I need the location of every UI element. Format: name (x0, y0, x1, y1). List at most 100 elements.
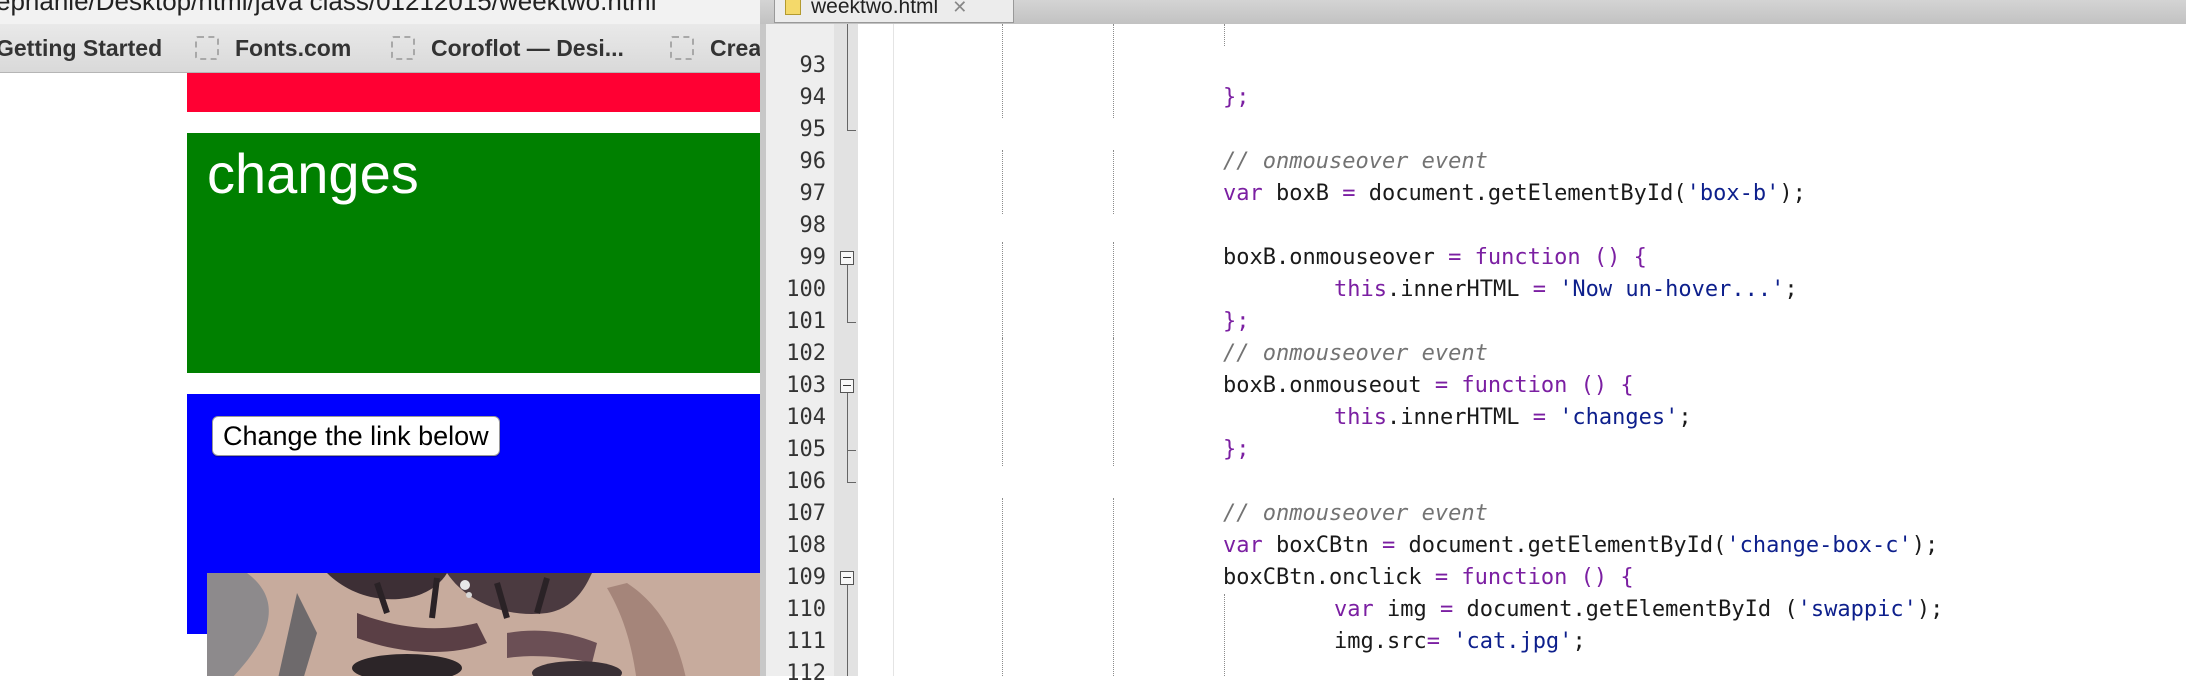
code-line[interactable]: // onmouseover event (1223, 338, 1488, 370)
bookmark-getting-started[interactable]: Getting Started (0, 24, 162, 72)
code-token-string: 'cat.jpg' (1453, 629, 1573, 654)
code-line[interactable]: boxB.onmouseout = function () { (1223, 370, 1634, 402)
code-token-default: boxB.onmouseover (1223, 245, 1449, 270)
bookmark-label: Getting Started (0, 34, 163, 61)
code-token-default: .innerHTML (1386, 405, 1533, 430)
code-line[interactable]: boxB.onmouseover = function () { (1223, 242, 1647, 274)
box-b[interactable]: changes (187, 133, 760, 373)
code-line[interactable]: boxCBtn.onclick = function () { (1223, 562, 1634, 594)
code-editor-window: weektwo.html ✕ 93 94 95 96 97 98 99 100 101 102 10… (760, 0, 2186, 686)
code-token-keyword: }; (1223, 437, 1250, 462)
bookmarks-bar: Getting Started Fonts.com Coroflot — Des… (0, 24, 760, 73)
code-token-keyword: }; (1223, 309, 1250, 334)
line-number: 106 (786, 469, 826, 494)
code-token-string: 'swappic' (1797, 597, 1917, 622)
code-token-keyword: = (1381, 533, 1396, 558)
code-line[interactable]: var img = document.getElementById ('swap… (1334, 594, 1943, 626)
swappic-image (207, 573, 760, 676)
line-number: 98 (799, 213, 827, 238)
code-token-default: ; (1678, 405, 1692, 430)
code-token-keyword: this (1334, 277, 1387, 302)
line-number: 94 (799, 85, 827, 110)
code-line[interactable]: var boxB = document.getElementById('box-… (1223, 178, 1806, 210)
indent-guide (1224, 594, 1225, 676)
fold-line (847, 393, 848, 450)
code-area[interactable]: }; // onmouseover event var boxB = documen… (858, 24, 2186, 676)
code-line[interactable]: this.innerHTML = 'changes'; (1334, 402, 1692, 434)
line-number: 96 (799, 149, 827, 174)
code-token-default: ; (1784, 277, 1798, 302)
change-link-button[interactable]: Change the link below (212, 416, 500, 456)
code-token-keyword: var (1334, 597, 1374, 622)
address-url[interactable]: ephanie/Desktop/html/java class/01212015… (0, 0, 657, 17)
fold-line (847, 265, 848, 322)
code-token-default: img.src (1334, 629, 1427, 654)
line-number: 105 (786, 437, 826, 462)
html-file-icon (785, 0, 801, 15)
code-token-keyword: = (1439, 597, 1454, 622)
code-token-default: ); (1779, 181, 1806, 206)
code-line[interactable]: // onmouseover event (1223, 498, 1488, 530)
address-bar[interactable]: ephanie/Desktop/html/java class/01212015… (0, 0, 760, 24)
page-content: changes Change the link below (0, 73, 760, 676)
code-token-string: 'change-box-c' (1726, 533, 1912, 558)
code-token-keyword: = (1426, 629, 1440, 654)
code-token-comment: // onmouseover event (1223, 501, 1488, 526)
code-token-keyword: = (1532, 405, 1546, 430)
collapse-icon[interactable] (840, 251, 854, 265)
code-token-keyword: function () { (1461, 245, 1647, 270)
indent-guide (1113, 338, 1114, 466)
indent-guide (1002, 338, 1003, 466)
bookmark-crea[interactable]: Crea (670, 24, 760, 72)
code-line[interactable]: }; (1223, 434, 1250, 466)
collapse-icon[interactable] (840, 571, 854, 585)
tattooed-face-photo (207, 573, 760, 676)
code-line[interactable]: this.innerHTML = 'Now un-hover...'; (1334, 274, 1798, 306)
code-token-keyword: var (1223, 533, 1263, 558)
collapse-icon[interactable] (840, 379, 854, 393)
editor-tab-bar: weektwo.html ✕ (760, 0, 2186, 25)
code-token-default (1546, 405, 1559, 430)
indent-guide (1002, 242, 1003, 338)
bookmark-coroflot[interactable]: Coroflot — Desi... (391, 24, 624, 72)
box-a (187, 73, 760, 112)
code-token-default: ); (1911, 533, 1939, 558)
code-token-keyword: function () { (1448, 565, 1634, 590)
code-token-string: 'Now un-hover...' (1559, 277, 1785, 302)
code-token-keyword: = (1434, 373, 1449, 398)
line-number: 101 (786, 309, 826, 334)
code-token-comment: // onmouseover event (1223, 149, 1488, 174)
bookmark-label: Coroflot — Desi... (431, 34, 624, 61)
tab-label: weektwo.html (811, 0, 939, 18)
bookmark-fonts-com[interactable]: Fonts.com (195, 24, 351, 72)
code-token-keyword: = (1434, 565, 1449, 590)
code-token-default: .innerHTML (1386, 277, 1533, 302)
bookmark-label: Fonts.com (235, 34, 352, 61)
code-line[interactable]: img.src= 'cat.jpg'; (1334, 626, 1586, 658)
code-line[interactable]: }; (1223, 306, 1250, 338)
margin-line (893, 24, 894, 676)
fold-end-marker (847, 130, 856, 131)
code-token-keyword: this (1334, 405, 1387, 430)
line-number: 99 (799, 245, 827, 270)
line-number: 107 (786, 501, 826, 526)
code-token-default: boxB.onmouseout (1223, 373, 1435, 398)
code-token-default: document.getElementById( (1395, 533, 1727, 558)
editor-tab[interactable]: weektwo.html ✕ (774, 0, 1014, 23)
code-line[interactable]: // onmouseover event (1223, 146, 1488, 178)
close-icon[interactable]: ✕ (952, 0, 967, 18)
code-token-default (1546, 277, 1559, 302)
indent-guide (1113, 24, 1114, 118)
code-token-default (1440, 629, 1453, 654)
code-token-keyword: = (1532, 277, 1546, 302)
line-number: 95 (799, 117, 827, 142)
fold-line (847, 24, 848, 130)
code-line[interactable]: var boxCBtn = document.getElementById('c… (1223, 530, 1938, 562)
bookmark-page-icon (195, 36, 219, 60)
code-line[interactable]: }; (1223, 82, 1250, 114)
line-number: 103 (786, 373, 826, 398)
code-token-default: boxB (1262, 181, 1343, 206)
indent-guide (1224, 24, 1225, 46)
fold-line (847, 585, 848, 676)
fold-end-marker (847, 450, 856, 451)
